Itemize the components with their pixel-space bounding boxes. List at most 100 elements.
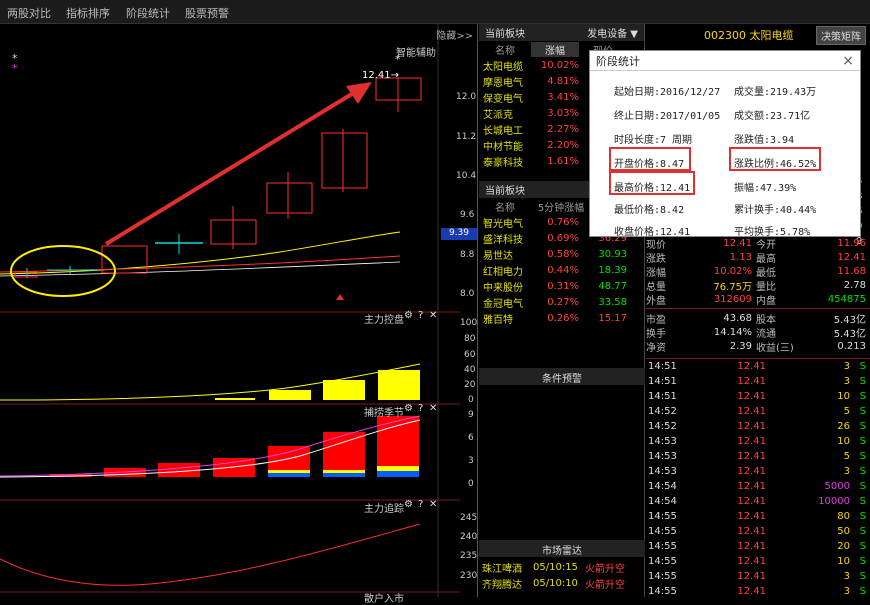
tick-flag: S: [859, 541, 866, 552]
tab-stock-alert[interactable]: 股票预警: [178, 0, 236, 23]
close-icon[interactable]: ✕: [429, 403, 437, 414]
list-item[interactable]: 珠江啤酒 05/10:15 火箭升空: [479, 559, 645, 575]
amount: 成交额:23.71亿: [734, 111, 811, 122]
star-marker: *: [12, 62, 18, 75]
tick-time: 14:52: [648, 406, 677, 417]
stock-name: 智光电气: [483, 218, 523, 230]
quote-value: 312609: [713, 293, 752, 305]
col-5min-change[interactable]: 5分钟涨幅: [531, 199, 591, 214]
stock-price: 18.39: [598, 264, 627, 276]
stock-change: 2.20%: [547, 139, 579, 151]
tick-row: 14:51 12.41 3 S: [646, 374, 870, 389]
tick-flag: S: [859, 466, 866, 477]
quote-value: 12.41: [837, 251, 866, 263]
quote-value: 1.13: [729, 251, 752, 263]
col-change[interactable]: 涨幅: [531, 41, 579, 57]
help-icon[interactable]: ?: [418, 310, 423, 321]
panel-title-season: 捕捞季节: [364, 408, 404, 419]
tick-volume: 10000: [818, 496, 850, 507]
axis-label: 100: [460, 318, 478, 328]
axis-label: 245: [460, 513, 478, 523]
candle: [321, 132, 368, 189]
list-item[interactable]: 易世达 0.58% 30.93: [479, 246, 644, 262]
panel-title-control: 主力控盘: [364, 315, 404, 326]
list-item[interactable]: 齐翔腾达 05/10:10 火箭升空: [479, 575, 645, 591]
tick-volume: 3: [843, 466, 850, 477]
stock-name: 太阳电缆: [483, 61, 523, 73]
quote-label: 股本: [756, 314, 776, 326]
tick-row: 14:53 12.41 5 S: [646, 449, 870, 464]
col-name[interactable]: 名称: [479, 199, 531, 214]
stock-change: 0.76%: [547, 216, 579, 228]
list-item[interactable]: 金冠电气 0.27% 33.58: [479, 294, 644, 310]
tick-price: 12.41: [737, 391, 766, 402]
gear-icon[interactable]: ⚙: [404, 499, 413, 510]
close-icon[interactable]: ✕: [429, 499, 437, 510]
close-icon[interactable]: ×: [842, 53, 854, 69]
tick-price: 12.41: [737, 526, 766, 537]
tick-list[interactable]: 14:51 12.41 3 S 14:51 12.41 3 S 14:51 12.41 10 S 14:…: [646, 358, 870, 599]
quote-row: 换手 14.14% 流通 5.43亿: [646, 325, 870, 340]
tick-price: 12.41: [737, 571, 766, 582]
tick-price: 12.41: [737, 466, 766, 477]
tick-row: 14:55 12.41 10 S: [646, 554, 870, 569]
top-toolbar: 两股对比 指标排序 阶段统计 股票预警: [0, 0, 870, 24]
tick-volume: 80: [837, 511, 850, 522]
stock-change: 0.69%: [547, 232, 579, 244]
tick-row: 14:52 12.41 26 S: [646, 419, 870, 434]
average-turnover: 平均换手:5.78%: [734, 227, 811, 238]
quote-value: 2.78: [843, 279, 866, 291]
quote-label: 最高: [756, 253, 776, 265]
dialog-titlebar: 阶段统计 ×: [590, 51, 860, 71]
gear-icon[interactable]: ⚙: [404, 403, 413, 414]
quote-label: 涨跌: [646, 253, 666, 265]
tick-flag: S: [859, 421, 866, 432]
tab-stage-stats[interactable]: 阶段统计: [118, 0, 178, 23]
help-icon[interactable]: ?: [418, 499, 423, 510]
list-item[interactable]: 红相电力 0.44% 18.39: [479, 262, 644, 278]
tick-flag: S: [859, 361, 866, 372]
tick-volume: 10: [837, 436, 850, 447]
quote-label: 量比: [756, 281, 776, 293]
tick-volume: 50: [837, 526, 850, 537]
tab-compare[interactable]: 两股对比: [0, 0, 58, 23]
sector-dropdown[interactable]: 发电设备 ▼: [587, 25, 638, 40]
chart-area[interactable]: * * * 隐藏>> 智能辅助 12.41→ 12.0 11.2 10.4 9.…: [0, 24, 478, 605]
candles: [14, 77, 422, 278]
tick-price: 12.41: [737, 541, 766, 552]
col-name[interactable]: 名称: [479, 42, 531, 57]
axis-label: 20: [464, 380, 476, 390]
close-icon[interactable]: ✕: [429, 310, 437, 321]
stock-name: 中来股份: [483, 282, 523, 294]
quote-value: 5.43亿: [833, 314, 866, 326]
tick-time: 14:55: [648, 511, 677, 522]
tick-flag: S: [859, 481, 866, 492]
matrix-button[interactable]: 决策矩阵: [816, 25, 866, 45]
sector2-title: 当前板块: [485, 186, 525, 197]
tick-price: 12.41: [737, 436, 766, 447]
tab-indicator-sort[interactable]: 指标排序: [58, 0, 118, 23]
axis-label: 0: [468, 479, 474, 489]
sector-header: 当前板块 发电设备 ▼: [479, 24, 644, 41]
list-item[interactable]: 中来股份 0.31% 48.77: [479, 278, 644, 294]
stock-change: 0.26%: [547, 312, 579, 324]
stock-name: 雅百特: [483, 314, 513, 326]
axis-label: 0: [468, 395, 474, 405]
gear-icon[interactable]: ⚙: [404, 310, 413, 321]
quote-label: 净资: [646, 342, 666, 354]
dialog-title: 阶段统计: [596, 54, 640, 68]
hide-button[interactable]: 隐藏>>: [436, 27, 473, 42]
tick-volume: 3: [843, 361, 850, 372]
tick-price: 12.41: [737, 361, 766, 372]
axis-label: 80: [464, 334, 476, 344]
tick-price: 12.41: [737, 376, 766, 387]
price-axis-label: 11.2: [456, 132, 477, 142]
help-icon[interactable]: ?: [418, 403, 423, 414]
radar-time: 05/10:15: [533, 561, 578, 573]
assist-label[interactable]: 智能辅助: [396, 44, 436, 59]
quote-label: 换手: [646, 328, 666, 340]
axis-label: 3: [468, 456, 474, 466]
quote-row: 涨幅 10.02% 最低 11.68: [646, 264, 870, 279]
stock-name: 中材节能: [483, 141, 523, 153]
list-item[interactable]: 雅百特 0.26% 15.17: [479, 310, 644, 326]
